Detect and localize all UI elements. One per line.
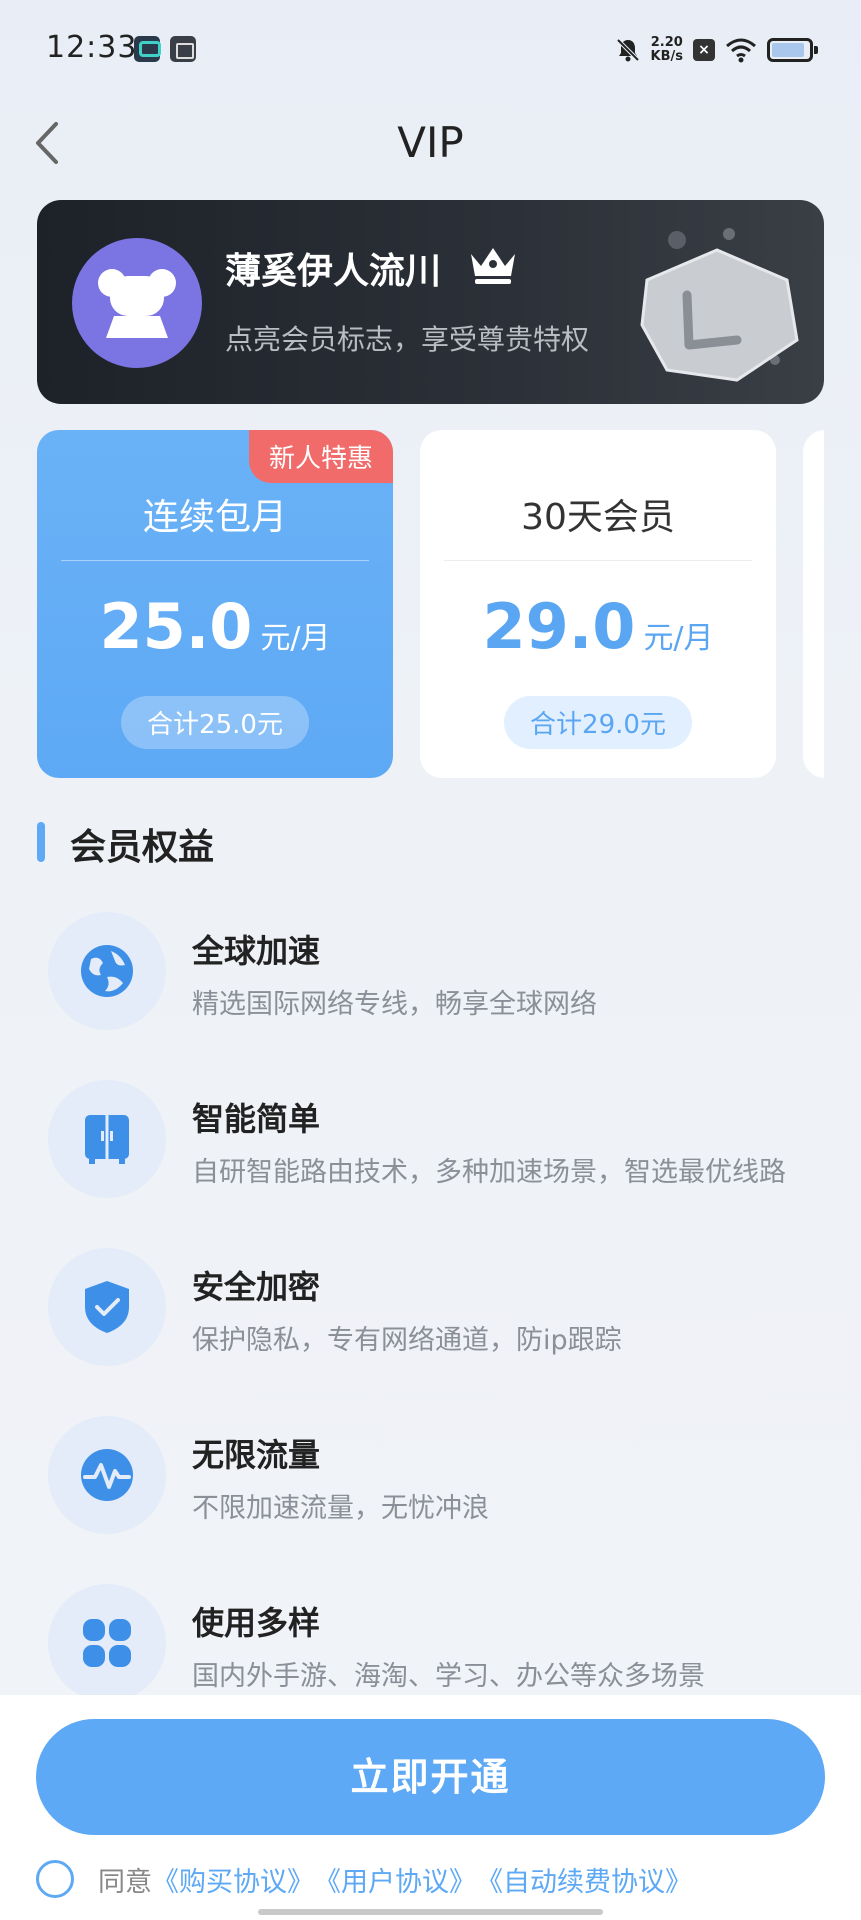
- benefit-title: 全球加速: [192, 932, 321, 970]
- plan-price: 25.0 元/月: [37, 590, 393, 663]
- user-agreement-link[interactable]: 《用户协议》: [314, 1860, 476, 1899]
- username: 薄奚伊人流川: [225, 251, 442, 292]
- net-speed-value: 2.20: [650, 35, 683, 50]
- price-unit: 元/月: [643, 621, 714, 656]
- price-value: 25.0: [99, 590, 253, 663]
- benefit-item-unlimited-traffic: 无限流量 不限加速流量，无忧冲浪: [48, 1416, 838, 1546]
- benefit-icon-bg: [48, 1416, 166, 1534]
- pulse-icon: [81, 1449, 133, 1501]
- network-speed: 2.20 KB/s: [651, 36, 683, 64]
- benefit-item-secure-encryption: 安全加密 保护隐私，专有网络通道，防ip跟踪: [48, 1248, 838, 1378]
- benefit-desc: 国内外手游、海淘、学习、办公等众多场景: [192, 1661, 705, 1692]
- wifi-icon: [726, 38, 756, 63]
- plan-card-monthly[interactable]: 新人特惠 连续包月 25.0 元/月 合计25.0元: [37, 430, 393, 778]
- price-unit: 元/月: [260, 621, 331, 656]
- page-title: VIP: [397, 118, 464, 167]
- plan-list: 新人特惠 连续包月 25.0 元/月 合计25.0元 30天会员 29.0 元/月 …: [37, 430, 824, 780]
- benefit-desc: 保护隐私，专有网络通道，防ip跟踪: [192, 1325, 622, 1356]
- agree-prefix: 同意: [98, 1866, 152, 1898]
- battery-icon: [767, 38, 818, 62]
- benefit-desc: 精选国际网络专线，畅享全球网络: [192, 989, 597, 1020]
- benefit-item-smart-simple: 智能简单 自研智能路由技术，多种加速场景，智选最优线路: [48, 1080, 838, 1210]
- shield-icon: [85, 1281, 129, 1333]
- benefit-item-global-acceleration: 全球加速 精选国际网络专线，畅享全球网络: [48, 912, 838, 1042]
- plan-name: 连续包月: [142, 497, 287, 538]
- agree-checkbox[interactable]: [36, 1860, 74, 1898]
- benefit-icon-bg: [48, 1584, 166, 1702]
- plan-divider: [444, 560, 752, 561]
- globe-icon: [81, 945, 133, 997]
- bear-avatar-icon: [98, 269, 176, 338]
- bell-muted-icon: [616, 38, 639, 62]
- benefit-desc: 不限加速流量，无忧冲浪: [192, 1493, 489, 1524]
- section-title: 会员权益: [70, 827, 215, 868]
- benefit-icon-bg: [48, 1248, 166, 1366]
- plan-divider: [61, 560, 369, 561]
- avatar[interactable]: [72, 238, 202, 368]
- agreement-row: 同意 《购买协议》 《用户协议》 《自动续费协议》: [36, 1857, 692, 1901]
- price-value: 29.0: [482, 590, 636, 663]
- benefit-icon-bg: [48, 912, 166, 1030]
- user-card: 薄奚伊人流川 点亮会员标志，享受尊贵特权: [37, 200, 824, 404]
- benefit-icon-bg: [48, 1080, 166, 1198]
- vip-badge-art-icon: [640, 228, 799, 382]
- status-bar: 12:33 2.20 KB/s ×: [0, 0, 861, 100]
- x-badge-icon: ×: [693, 39, 715, 61]
- section-accent-bar: [37, 822, 45, 862]
- box-notification-icon: [170, 36, 196, 62]
- grid-icon: [83, 1619, 131, 1667]
- crown-icon: [471, 248, 515, 284]
- status-time: 12:33: [46, 30, 138, 65]
- benefit-title: 安全加密: [192, 1268, 321, 1306]
- benefit-title: 智能简单: [192, 1100, 321, 1138]
- app-notification-icon: [134, 36, 161, 62]
- promo-tag: 新人特惠: [248, 430, 393, 483]
- purchase-agreement-link[interactable]: 《购买协议》: [152, 1860, 314, 1899]
- cabinet-icon: [85, 1115, 129, 1164]
- plan-price: 29.0 元/月: [420, 590, 776, 663]
- auto-renew-agreement-link[interactable]: 《自动续费协议》: [476, 1860, 692, 1899]
- home-indicator[interactable]: [258, 1909, 603, 1915]
- benefit-title: 无限流量: [192, 1436, 321, 1474]
- plan-card-30days[interactable]: 30天会员 29.0 元/月 合计29.0元: [420, 430, 776, 778]
- benefit-desc: 自研智能路由技术，多种加速场景，智选最优线路: [192, 1157, 786, 1188]
- plan-name: 30天会员: [521, 497, 675, 538]
- benefit-title: 使用多样: [192, 1604, 321, 1642]
- open-now-button[interactable]: 立即开通: [36, 1719, 825, 1835]
- plan-card-next-partial[interactable]: [803, 430, 824, 778]
- net-speed-unit: KB/s: [650, 49, 683, 64]
- plan-total: 合计29.0元: [504, 696, 692, 749]
- plan-total: 合计25.0元: [121, 696, 309, 749]
